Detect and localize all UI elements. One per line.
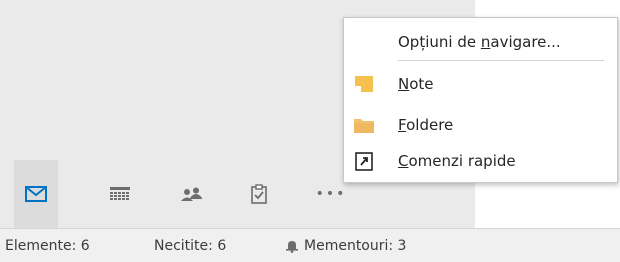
menu-item-label: Opțiuni de navigare... (398, 33, 561, 51)
menu-item-folders[interactable]: Foldere (344, 109, 617, 141)
status-bar: Elemente: 6 Necitite: 6 Mementouri: 3 (0, 228, 620, 262)
menu-separator (398, 60, 604, 61)
tasks-nav-button[interactable] (237, 160, 281, 228)
menu-item-label: Comenzi rapide (398, 152, 516, 170)
unread-count: Necitite: 6 (154, 238, 227, 254)
shortcut-icon (355, 152, 373, 171)
menu-item-label: Note (398, 75, 434, 93)
folder-icon (354, 119, 374, 133)
ellipsis-icon: ••• (315, 186, 347, 202)
note-icon (355, 76, 373, 92)
more-options-menu: Opțiuni de navigare... Note Foldere Come… (343, 17, 618, 183)
mail-nav-button[interactable] (14, 160, 58, 228)
menu-item-notes[interactable]: Note (344, 68, 617, 100)
clipboard-check-icon (251, 184, 267, 204)
people-nav-button[interactable] (170, 160, 214, 228)
calendar-icon (110, 187, 130, 200)
items-count: Elemente: 6 (5, 238, 90, 254)
menu-item-navigation-options[interactable]: Opțiuni de navigare... (344, 26, 617, 58)
bell-icon (286, 241, 298, 253)
reminders-count: Mementouri: 3 (304, 238, 407, 254)
envelope-icon (25, 186, 47, 202)
calendar-nav-button[interactable] (98, 160, 142, 228)
menu-item-shortcuts[interactable]: Comenzi rapide (344, 145, 617, 177)
menu-item-label: Foldere (398, 116, 454, 134)
people-icon (181, 187, 202, 201)
